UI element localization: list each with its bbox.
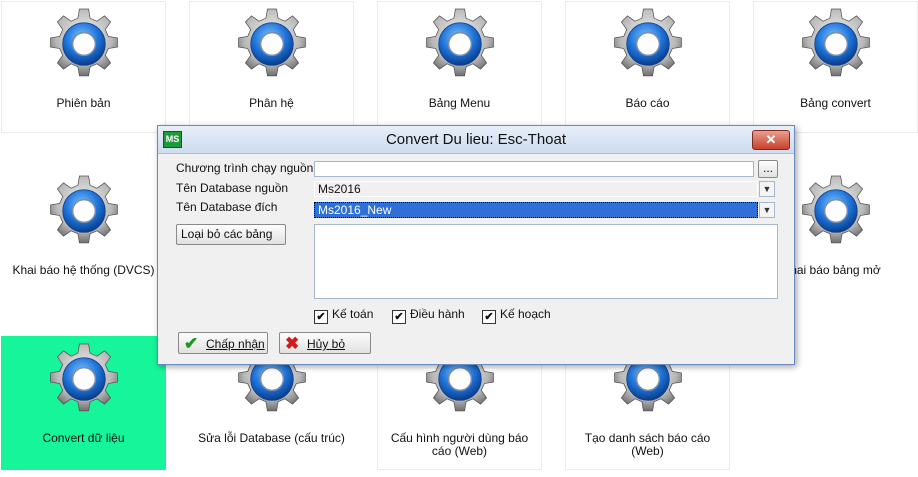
checkbox-ke-hoach[interactable]: ✔ Kế hoạch	[482, 307, 551, 324]
gear-icon	[798, 6, 874, 82]
exclude-tables-button[interactable]: Loại bỏ các bảng	[176, 224, 286, 245]
tile-label: Tạo danh sách báo cáo (Web)	[584, 431, 711, 458]
checkbox-checked-icon[interactable]: ✔	[482, 310, 496, 324]
dialog-titlebar[interactable]: MS Convert Du lieu: Esc-Thoat ✕	[158, 126, 794, 154]
tile-phan-he[interactable]: Phân hệ	[189, 1, 354, 133]
cancel-label: Hủy bỏ	[307, 337, 346, 351]
browse-button[interactable]: ...	[758, 160, 778, 178]
source-program-input[interactable]	[314, 161, 754, 177]
tile-label: Báo cáo	[625, 96, 670, 110]
accept-label: Chấp nhận	[206, 337, 265, 351]
tile-label: Bảng Menu	[428, 96, 491, 110]
tile-bao-cao[interactable]: Báo cáo	[565, 1, 730, 133]
source-program-label: Chương trình chạy nguồn	[176, 161, 314, 175]
tile-label: Convert dữ liệu	[42, 431, 125, 445]
tile-label: Bảng convert	[800, 96, 871, 110]
tile-bang-menu[interactable]: Bảng Menu	[377, 1, 542, 133]
dialog-title: Convert Du lieu: Esc-Thoat	[385, 131, 567, 148]
tile-label: Khai báo hệ thống (DVCS)	[12, 263, 155, 277]
gear-icon	[798, 173, 874, 249]
tile-label: Phân hệ	[249, 96, 294, 110]
close-button[interactable]: ✕	[752, 130, 790, 150]
tile-phien-ban[interactable]: Phiên bản	[1, 1, 166, 133]
target-db-label: Tên Database đích	[176, 200, 278, 214]
tile-label: Phiên bản	[56, 96, 111, 110]
convert-dialog: MS Convert Du lieu: Esc-Thoat ✕ Chương t…	[157, 125, 795, 365]
checkbox-checked-icon[interactable]: ✔	[392, 310, 406, 324]
checkbox-ke-toan[interactable]: ✔ Kế toán	[314, 307, 373, 324]
tile-label: Sửa lỗi Database (cấu trúc)	[198, 431, 345, 445]
gear-icon	[46, 341, 122, 417]
accept-button[interactable]: ✔ Chấp nhận	[178, 332, 268, 354]
cross-icon: ✖	[285, 334, 300, 353]
checkmark-icon: ✔	[184, 334, 199, 353]
target-db-select[interactable]: Ms2016_New	[314, 202, 758, 218]
source-db-label: Tên Database nguồn	[176, 181, 289, 195]
checkbox-checked-icon[interactable]: ✔	[314, 310, 328, 324]
exclude-tables-list[interactable]	[314, 224, 778, 299]
chevron-down-icon[interactable]: ▼	[759, 202, 775, 218]
checkbox-label: Điều hành	[410, 307, 465, 321]
chevron-down-icon[interactable]: ▼	[759, 181, 775, 197]
tile-bang-convert[interactable]: Bảng convert	[753, 1, 918, 133]
gear-icon	[46, 6, 122, 82]
tile-khai-bao-he-thong[interactable]: Khai báo hệ thống (DVCS)	[1, 168, 166, 300]
gear-icon	[610, 6, 686, 82]
checkbox-label: Kế hoạch	[500, 307, 551, 321]
gear-icon	[234, 6, 310, 82]
checkbox-dieu-hanh[interactable]: ✔ Điều hành	[392, 307, 465, 324]
gear-icon	[422, 6, 498, 82]
source-db-select[interactable]: Ms2016	[314, 181, 758, 197]
gear-icon	[46, 173, 122, 249]
tile-label: Cấu hình người dùng báo cáo (Web)	[390, 431, 529, 458]
tile-convert-du-lieu[interactable]: Convert dữ liệu	[1, 336, 166, 470]
checkbox-label: Kế toán	[332, 307, 374, 321]
cancel-button[interactable]: ✖ Hủy bỏ	[279, 332, 371, 354]
